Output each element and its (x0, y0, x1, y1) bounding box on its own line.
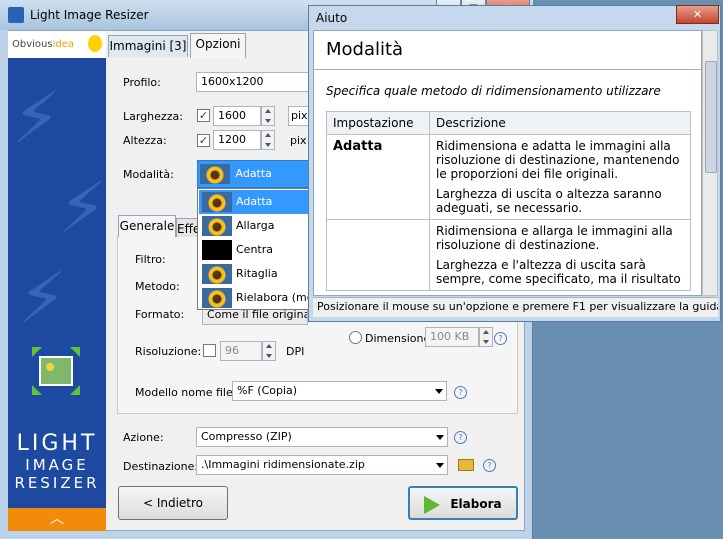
mode-select[interactable]: Adatta (197, 160, 311, 188)
app-icon (8, 7, 24, 23)
folder-icon[interactable] (458, 459, 474, 471)
subtab-general[interactable]: Generale (118, 215, 176, 237)
width-label: Larghezza: (123, 110, 183, 123)
width-unit-select[interactable]: pixe (288, 106, 310, 126)
allarga-thumbnail-icon (202, 216, 232, 236)
size-input[interactable]: 100 KB (425, 327, 479, 347)
subtab-effects[interactable]: Effe (176, 218, 198, 237)
help-close-button[interactable]: ✕ (676, 5, 719, 24)
back-button[interactable]: < Indietro (118, 486, 228, 520)
help-content: Modalità Specifica quale metodo di ridim… (313, 30, 702, 296)
help-table-header: Impostazione (326, 111, 430, 135)
help-status-bar: Posizionare il mouse su un'opzione e pre… (313, 297, 718, 317)
width-stepper[interactable] (261, 106, 275, 126)
resolution-checkbox[interactable] (203, 344, 216, 357)
filter-label: Filtro: (135, 253, 166, 266)
help-icon[interactable]: ? (494, 332, 507, 345)
window-title: Light Image Resizer (30, 8, 149, 22)
help-table: Impostazione Descrizione Adatta Ridimens… (326, 111, 691, 291)
lightbulb-icon (88, 35, 102, 52)
resolution-unit: DPI (286, 345, 305, 358)
size-stepper[interactable] (479, 327, 493, 347)
destination-label: Destinazione: (123, 460, 199, 473)
action-label: Azione: (123, 431, 164, 444)
help-scrollbar[interactable] (702, 30, 718, 296)
help-heading: Modalità (326, 39, 404, 60)
height-stepper[interactable] (261, 130, 275, 150)
profile-label: Profilo: (123, 76, 161, 89)
ritaglia-thumbnail-icon (202, 264, 232, 284)
width-input[interactable]: 1600 (213, 106, 261, 126)
resolution-label: Risoluzione: (135, 345, 202, 358)
profile-value: 1600x1200 (201, 75, 264, 88)
lightning-icon: ⚡ (18, 257, 68, 339)
chevron-down-icon (436, 463, 444, 468)
play-icon (424, 495, 441, 514)
method-label: Metodo: (135, 280, 180, 293)
filename-template-label: Modello nome file: (135, 386, 237, 399)
chevron-up-icon: ︿ (50, 511, 64, 527)
logo-line-3: RESIZER (14, 474, 100, 492)
filename-template-value: %F (Copia) (237, 384, 298, 397)
help-setting: Adatta (326, 134, 430, 220)
height-label: Altezza: (123, 134, 167, 147)
chevron-down-icon (435, 389, 443, 394)
centra-thumbnail-icon (202, 240, 232, 260)
brand-prefix: Obvious (12, 39, 53, 50)
size-label: Dimensione: (365, 332, 434, 345)
destination-select[interactable]: .\Immagini ridimensionate.zip (196, 455, 448, 475)
height-checkbox[interactable]: ✓ (197, 134, 210, 147)
process-label: Elabora (450, 497, 502, 511)
help-setting (326, 219, 430, 291)
help-subtitle: Specifica quale metodo di ridimensioname… (326, 84, 661, 98)
mode-value: Adatta (235, 167, 272, 180)
lightning-icon: ⚡ (58, 167, 106, 249)
chevron-down-icon (436, 435, 444, 440)
resolution-input[interactable]: 96 (220, 341, 262, 361)
logo-line-2: IMAGE (25, 456, 89, 474)
divider (314, 69, 701, 70)
size-radio[interactable] (349, 331, 362, 344)
tab-images[interactable]: Immagini [3] (108, 35, 188, 57)
mode-thumbnail-icon (200, 164, 230, 184)
format-label: Formato: (135, 308, 185, 321)
help-icon[interactable]: ? (454, 431, 467, 444)
help-table-header: Descrizione (429, 111, 691, 135)
help-desc: Ridimensiona e allarga le immagini alla … (429, 219, 691, 291)
filename-template-select[interactable]: %F (Copia) (232, 381, 447, 401)
resolution-stepper[interactable] (262, 341, 276, 361)
profile-select[interactable]: 1600x1200 (196, 72, 310, 92)
height-unit-label: pix (290, 134, 307, 147)
collapse-button[interactable]: ︿ (8, 508, 106, 531)
help-icon[interactable]: ? (454, 386, 467, 399)
logo-line-1: LIGHT (16, 431, 98, 456)
tab-options[interactable]: Opzioni (190, 33, 246, 58)
width-checkbox[interactable]: ✓ (197, 109, 210, 122)
help-window-title: Aiuto (316, 11, 348, 25)
process-button[interactable]: Elabora (408, 486, 518, 520)
action-select[interactable]: Compresso (ZIP) (196, 427, 448, 447)
rielabora-thumbnail-icon (202, 288, 232, 308)
help-desc: Ridimensiona e adatta le immagini alla r… (429, 134, 691, 220)
help-icon[interactable]: ? (483, 459, 496, 472)
resize-logo-icon (32, 347, 80, 395)
scroll-thumb[interactable] (705, 61, 717, 173)
destination-value: .\Immagini ridimensionate.zip (201, 458, 365, 471)
height-input[interactable]: 1200 (213, 130, 261, 150)
brand-suffix: idea (52, 39, 74, 50)
mode-label: Modalità: (123, 168, 174, 181)
action-value: Compresso (ZIP) (201, 430, 292, 443)
logo-text: LIGHT IMAGE RESIZER (8, 431, 106, 493)
adatta-thumbnail-icon (202, 192, 232, 212)
brand-logo: Obviousidea (8, 31, 106, 58)
lightning-icon: ⚡ (12, 77, 62, 159)
